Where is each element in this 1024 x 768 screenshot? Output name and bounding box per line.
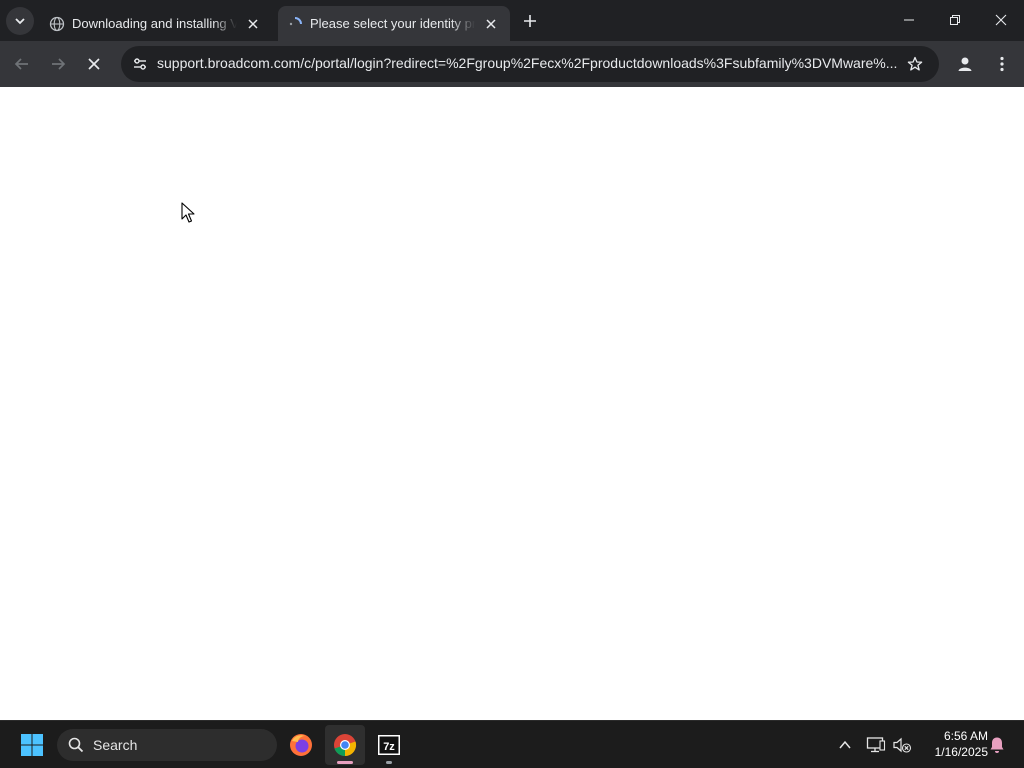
active-app-indicator <box>337 761 353 764</box>
minimize-button[interactable] <box>886 0 932 40</box>
notifications-button[interactable] <box>985 733 1009 757</box>
clock-date: 1/16/2025 <box>934 745 988 759</box>
tab-identity-provider[interactable]: Please select your identity provider <box>278 6 510 41</box>
menu-button[interactable] <box>986 48 1018 80</box>
system-clock[interactable]: 6:56 AM 1/16/2025 <box>918 728 988 760</box>
taskbar: Search 7z 6:56 AM 1/16/2025 <box>0 720 1024 768</box>
taskbar-firefox[interactable] <box>281 725 321 765</box>
star-icon <box>907 56 923 71</box>
clock-time: 6:56 AM <box>943 729 988 743</box>
page-content <box>0 87 1024 720</box>
start-button[interactable] <box>16 731 48 759</box>
mouse-cursor-icon <box>181 202 195 223</box>
7zip-icon: 7z <box>378 735 400 755</box>
more-vert-icon <box>1000 56 1004 72</box>
address-bar[interactable]: support.broadcom.com/c/portal/login?redi… <box>121 46 939 82</box>
taskbar-7zip[interactable]: 7z <box>369 725 409 765</box>
close-icon <box>995 14 1007 26</box>
tab-search-button[interactable] <box>6 7 34 35</box>
tab-strip: Downloading and installing VMware Please… <box>0 0 1024 41</box>
forward-button[interactable] <box>42 48 74 80</box>
loading-spinner-icon <box>287 16 303 32</box>
running-app-indicator <box>386 761 392 764</box>
back-arrow-icon <box>14 58 28 70</box>
search-icon <box>67 736 85 754</box>
volume-muted-icon <box>893 737 912 753</box>
network-tray-button[interactable] <box>864 733 888 757</box>
firefox-icon <box>290 734 312 756</box>
restore-icon <box>950 15 960 25</box>
taskbar-search[interactable]: Search <box>57 729 277 761</box>
profile-icon <box>958 57 972 71</box>
search-label: Search <box>93 737 138 753</box>
restore-button[interactable] <box>932 0 978 40</box>
bookmark-button[interactable] <box>902 51 928 77</box>
bell-icon <box>990 737 1004 753</box>
minimize-icon <box>904 19 914 21</box>
svg-text:7z: 7z <box>383 741 395 753</box>
tune-icon <box>134 58 146 70</box>
volume-tray-button[interactable] <box>890 733 914 757</box>
window-close-button[interactable] <box>978 0 1024 40</box>
network-icon <box>866 737 886 753</box>
chevron-up-icon <box>839 740 851 749</box>
taskbar-chrome[interactable] <box>325 725 365 765</box>
windows-logo-icon <box>21 734 43 756</box>
forward-arrow-icon <box>52 58 66 70</box>
show-hidden-icons-button[interactable] <box>833 733 857 757</box>
browser-toolbar: support.broadcom.com/c/portal/login?redi… <box>0 41 1024 87</box>
url-path: /c/portal/login?redirect=%2Fgroup%2Fecx%… <box>300 55 897 71</box>
chevron-down-icon <box>15 18 25 25</box>
url-domain: support.broadcom.com <box>157 55 301 71</box>
profile-button[interactable] <box>949 48 981 80</box>
tab-downloading[interactable]: Downloading and installing VMware <box>40 6 274 41</box>
url-text[interactable]: support.broadcom.com/c/portal/login?redi… <box>157 55 897 71</box>
chrome-icon <box>334 734 357 757</box>
close-icon[interactable] <box>481 14 501 34</box>
new-tab-button[interactable] <box>518 9 542 33</box>
tab-title: Please select your identity provider <box>310 16 475 31</box>
tab-title: Downloading and installing VMware <box>72 16 237 31</box>
stop-x-icon <box>88 58 100 70</box>
site-info-button[interactable] <box>126 50 154 78</box>
back-button[interactable] <box>6 48 38 80</box>
plus-icon <box>524 15 536 27</box>
close-icon[interactable] <box>243 14 263 34</box>
stop-loading-button[interactable] <box>78 48 110 80</box>
globe-icon <box>49 16 65 32</box>
